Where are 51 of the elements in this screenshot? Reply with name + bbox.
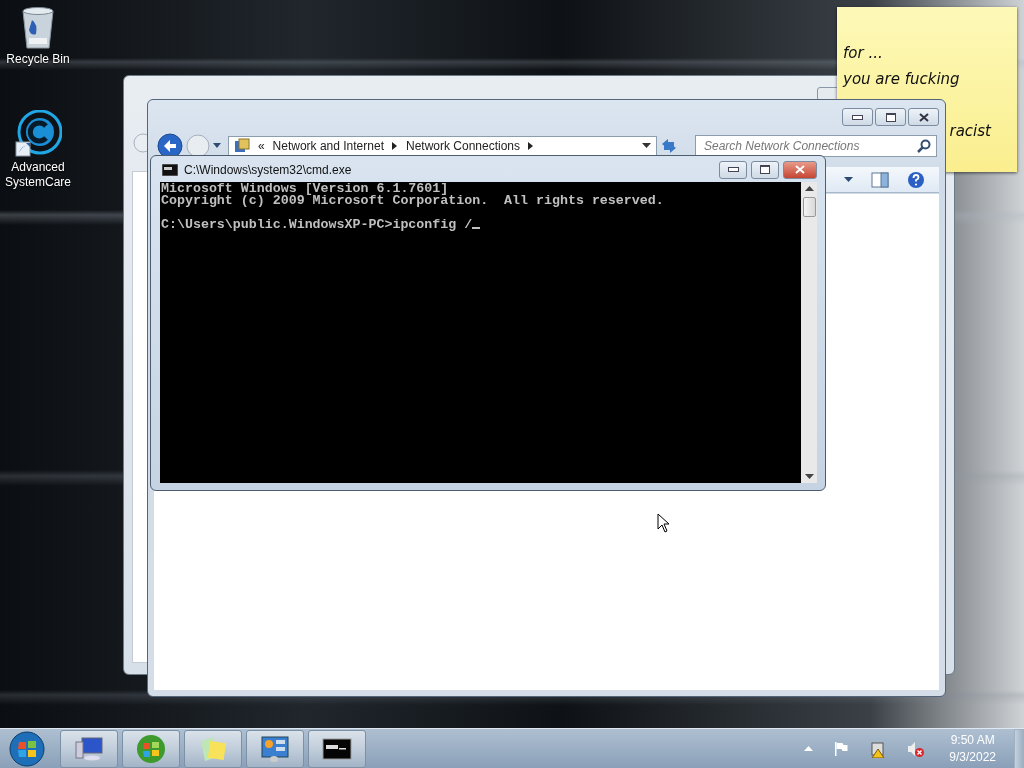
note-text: for ... [843,43,884,63]
console-line: Microsoft Windows [Version 6.1.7601] [161,183,449,195]
dropdown-icon[interactable] [212,143,221,149]
dropdown-icon[interactable] [642,143,652,149]
computer-icon [74,735,104,762]
taskbar-button[interactable] [246,729,304,768]
sticky-notes-icon [198,734,228,763]
desktop-icon-label: Recycle Bin [6,52,70,67]
note-text: you are fucking [843,69,961,89]
help-icon[interactable] [907,170,925,189]
window-title: C:\Windows\system32\cmd.exe [184,162,352,177]
console-line: C:\Users\public.WindowsXP-PC>ipconfig / [161,219,801,231]
taskbar-button[interactable] [122,729,180,768]
scrollbar-thumb[interactable] [802,197,816,217]
refresh-icon[interactable] [660,138,678,154]
start-button-icon[interactable] [8,729,46,768]
search-icon[interactable] [917,139,931,153]
taskbar-button[interactable] [60,729,118,768]
chevron-icon[interactable] [392,142,398,150]
text-cursor [472,227,481,229]
network-folder-icon [233,138,250,154]
breadcrumb-item[interactable]: Network Connections [406,139,521,153]
breadcrumb-item[interactable]: « [257,139,265,153]
app-shortcut-icon[interactable] [14,110,62,158]
console-taskbar-button[interactable] [308,729,366,768]
scroll-up-icon[interactable] [804,186,814,191]
scroll-down-icon[interactable] [804,474,814,479]
dropdown-icon[interactable] [844,176,853,183]
note-text: racist [949,121,991,141]
preview-pane-icon[interactable] [871,171,889,188]
mouse-pointer-icon [657,513,670,533]
maximize-button[interactable] [751,160,779,179]
forward-button-icon[interactable] [185,134,210,158]
maximize-button[interactable] [875,108,906,126]
scrollbar[interactable] [801,182,817,483]
desktop-icon-label: Advanced SystemCare [4,160,72,190]
close-button[interactable] [783,160,817,179]
console-icon [162,163,178,176]
console-icon [322,737,352,760]
minimize-button[interactable] [719,160,747,179]
recycle-bin-icon[interactable] [20,6,56,50]
close-button[interactable] [908,108,939,126]
search-field[interactable]: Search Network Connections [695,135,937,157]
address-bar[interactable]: « Network and Internet Network Connections [227,136,658,156]
console-line: Copyright (c) 2009 Microsoft Corporation. All rights reserved. [161,195,665,207]
control-panel-icon [260,734,290,763]
minimize-button[interactable] [842,108,873,126]
close-icon[interactable] [918,112,929,122]
media-orb-icon [136,733,166,764]
breadcrumb-item[interactable]: Network and Internet [272,139,384,153]
chevron-icon[interactable] [528,142,535,150]
